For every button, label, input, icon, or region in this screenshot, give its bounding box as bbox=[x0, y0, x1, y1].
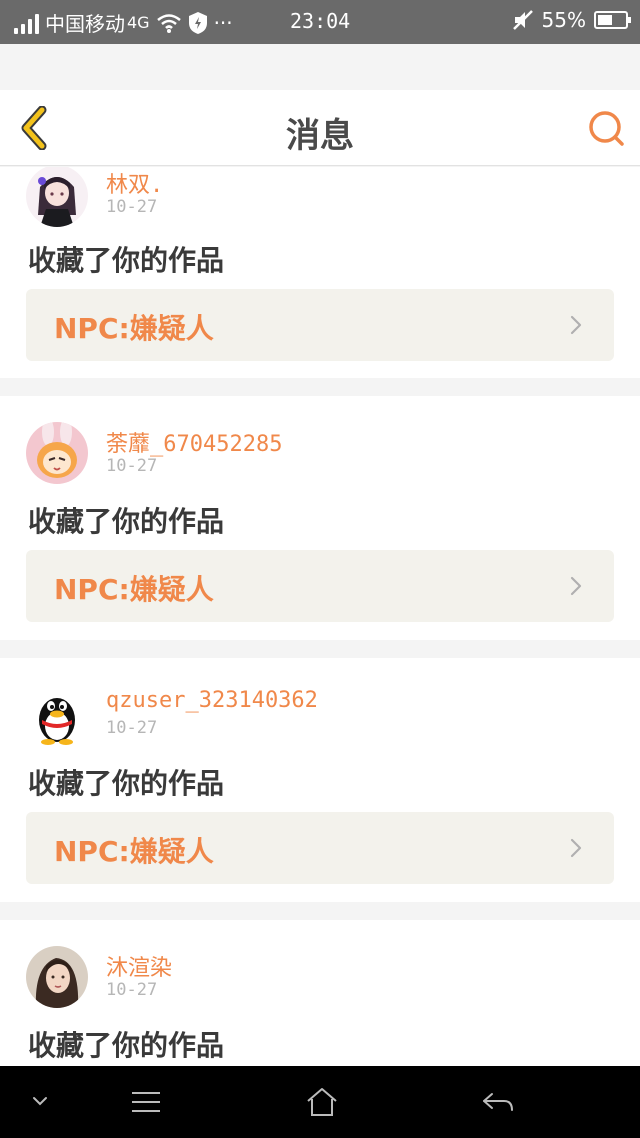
message-card: 林双. 10-27 收藏了你的作品 NPC:嫌疑人 bbox=[0, 167, 640, 378]
action-text: 收藏了你的作品 bbox=[28, 1029, 225, 1062]
username[interactable]: 沐渲染 bbox=[106, 950, 172, 982]
chevron-down-icon[interactable] bbox=[20, 1084, 60, 1120]
battery-percent: 55% bbox=[541, 8, 586, 32]
username[interactable]: qzuser_323140362 bbox=[106, 688, 318, 713]
username[interactable]: 荼蘼_670452285 bbox=[106, 426, 282, 458]
anime-bunny-avatar[interactable] bbox=[26, 422, 88, 484]
message-card: 荼蘼_670452285 10-27 收藏了你的作品 NPC:嫌疑人 bbox=[0, 396, 640, 640]
status-left: 中国移动 4G ··· bbox=[14, 8, 233, 37]
message-feed[interactable]: 林双. 10-27 收藏了你的作品 NPC:嫌疑人 荼蘼_670452285 1… bbox=[0, 167, 640, 1066]
action-text: 收藏了你的作品 bbox=[28, 244, 225, 277]
chevron-right-icon bbox=[570, 838, 582, 858]
status-time: 23:04 bbox=[290, 9, 351, 33]
menu-icon[interactable] bbox=[126, 1084, 166, 1120]
work-link[interactable]: NPC:嫌疑人 bbox=[26, 289, 614, 361]
header-spacer bbox=[0, 44, 640, 90]
shield-icon bbox=[188, 11, 207, 34]
work-title: NPC:嫌疑人 bbox=[54, 312, 214, 345]
work-link[interactable]: NPC:嫌疑人 bbox=[26, 812, 614, 884]
qq-penguin-avatar[interactable] bbox=[26, 684, 88, 746]
work-link[interactable]: NPC:嫌疑人 bbox=[26, 550, 614, 622]
carrier-name: 中国移动 bbox=[45, 12, 125, 36]
message-date: 10-27 bbox=[106, 718, 158, 738]
mute-icon bbox=[512, 10, 533, 30]
status-more: ··· bbox=[213, 10, 233, 35]
nav-bar: 消息 bbox=[0, 90, 640, 166]
action-text: 收藏了你的作品 bbox=[28, 767, 225, 800]
message-card: 沐渲染 10-27 收藏了你的作品 bbox=[0, 920, 640, 1066]
message-card: qzuser_323140362 10-27 收藏了你的作品 NPC:嫌疑人 bbox=[0, 658, 640, 902]
page-title: 消息 bbox=[286, 116, 354, 156]
message-date: 10-27 bbox=[106, 197, 158, 217]
action-text: 收藏了你的作品 bbox=[28, 505, 225, 538]
status-right: 55% bbox=[512, 8, 631, 32]
chevron-right-icon bbox=[570, 576, 582, 596]
back-arrow-icon[interactable] bbox=[478, 1084, 518, 1120]
message-date: 10-27 bbox=[106, 980, 158, 1000]
chevron-right-icon bbox=[570, 315, 582, 335]
anime-girl-avatar[interactable] bbox=[26, 167, 88, 227]
work-title: NPC:嫌疑人 bbox=[54, 573, 214, 606]
message-date: 10-27 bbox=[106, 456, 158, 476]
status-bar: 中国移动 4G ··· 23:04 55% bbox=[0, 0, 640, 44]
home-icon[interactable] bbox=[302, 1084, 342, 1120]
system-nav-bar bbox=[0, 1066, 640, 1138]
network-type: 4G bbox=[127, 13, 150, 32]
signal-icon bbox=[14, 12, 39, 34]
wifi-icon bbox=[156, 13, 181, 33]
photo-avatar[interactable] bbox=[26, 946, 88, 1008]
battery-icon bbox=[594, 11, 631, 29]
username[interactable]: 林双. bbox=[106, 167, 163, 199]
battery-fill bbox=[598, 15, 612, 25]
search-icon[interactable] bbox=[584, 106, 628, 150]
work-title: NPC:嫌疑人 bbox=[54, 835, 214, 868]
